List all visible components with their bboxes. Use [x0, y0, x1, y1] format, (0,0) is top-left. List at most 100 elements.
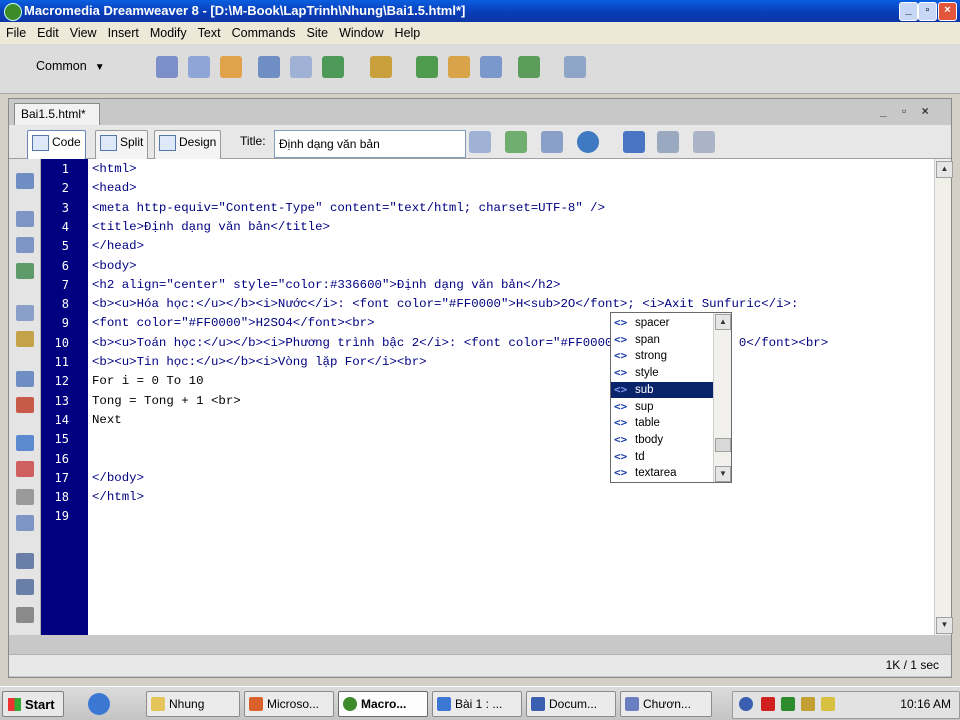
wrap-tag-icon[interactable] [16, 489, 34, 505]
code-line[interactable]: <title>Định dạng văn bản</title> [92, 218, 330, 237]
layer-icon[interactable] [290, 56, 312, 78]
menu-edit[interactable]: Edit [31, 22, 64, 44]
document-tab[interactable]: Bai1.5.html* [14, 103, 100, 125]
pen-tray-icon[interactable] [821, 697, 835, 711]
line-number: 7 [61, 277, 69, 292]
refresh-icon[interactable] [623, 131, 645, 153]
table-icon[interactable] [258, 56, 280, 78]
preview-debug-icon[interactable] [541, 131, 563, 153]
collapse-full-tag-icon[interactable] [16, 211, 34, 227]
code-line[interactable]: <h2 align="center" style="color:#336600"… [92, 276, 560, 295]
menu-site[interactable]: Site [301, 22, 334, 44]
email-link-icon[interactable] [188, 56, 210, 78]
vertical-scrollbar[interactable]: ▲ ▼ [934, 159, 953, 635]
code-line[interactable]: <head> [92, 179, 137, 198]
no-browser-check-errors-icon[interactable] [469, 131, 491, 153]
taskbar-item-microsoft[interactable]: Microso... [244, 691, 334, 717]
design-view-button[interactable]: Design [154, 130, 222, 160]
taskbar-item-chuong[interactable]: Chươn... [620, 691, 712, 717]
date-icon[interactable] [416, 56, 438, 78]
code-line[interactable]: <html> [92, 160, 137, 179]
code-editor[interactable]: <html> <head> <meta http-equiv="Content-… [88, 159, 934, 635]
expand-all-icon[interactable] [16, 263, 34, 279]
templates-icon[interactable] [518, 56, 540, 78]
hyperlink-icon[interactable] [156, 56, 178, 78]
recent-snippets-icon[interactable] [16, 515, 34, 531]
split-view-icon [100, 135, 117, 151]
media-icon[interactable] [370, 56, 392, 78]
system-tray: 10:16 AM [732, 691, 960, 719]
visual-aids-icon[interactable] [693, 131, 715, 153]
menu-modify[interactable]: Modify [144, 22, 192, 44]
code-line[interactable]: <meta http-equiv="Content-Type" content=… [92, 199, 605, 218]
server-side-include-icon[interactable] [448, 56, 470, 78]
indent-code-icon[interactable] [16, 553, 34, 569]
comment-icon[interactable] [480, 56, 502, 78]
volume-tray-icon[interactable] [801, 697, 815, 711]
code-line[interactable]: </head> [92, 237, 144, 256]
taskbar-item-document[interactable]: Docum... [526, 691, 616, 717]
window-title: Macromedia Dreamweaver 8 - [D:\M-Book\La… [24, 3, 466, 18]
code-hint-popup[interactable]: <> spacer <> span <> strong <> style <> sub <… [610, 312, 732, 483]
highlight-invalid-code-icon[interactable] [16, 397, 34, 413]
preview-in-browser-icon[interactable] [577, 131, 599, 153]
antivirus-tray-icon[interactable] [761, 697, 775, 711]
code-line[interactable]: <body> [92, 257, 137, 276]
code-line[interactable]: Tong = Tong + 1 <br> [92, 392, 241, 411]
code-line[interactable]: <font color="#FF0000">H2SO4</font><br> [92, 314, 375, 333]
code-line[interactable]: Next [92, 411, 122, 430]
scroll-down-arrow-icon[interactable]: ▼ [936, 617, 953, 634]
code-line[interactable]: </body> [92, 469, 144, 488]
select-parent-tag-icon[interactable] [16, 305, 34, 321]
scroll-thumb[interactable] [715, 438, 731, 452]
help-tray-icon[interactable] [739, 697, 753, 711]
collapse-selection-icon[interactable] [16, 237, 34, 253]
network-tray-icon[interactable] [781, 697, 795, 711]
menu-insert[interactable]: Insert [102, 22, 144, 44]
menu-help[interactable]: Help [389, 22, 426, 44]
tag-chooser-icon[interactable] [564, 56, 586, 78]
scroll-up-arrow-icon[interactable]: ▲ [936, 161, 953, 178]
taskbar-item-bai1[interactable]: Bài 1 : ... [432, 691, 522, 717]
menu-text[interactable]: Text [192, 22, 226, 44]
scroll-up-arrow-icon[interactable]: ▲ [715, 314, 731, 330]
start-button[interactable]: Start [2, 691, 64, 717]
clock: 10:16 AM [900, 697, 951, 711]
format-source-code-icon[interactable] [16, 607, 34, 623]
taskbar-item-macromedia[interactable]: Macro... [338, 691, 428, 717]
remove-comment-icon[interactable] [16, 461, 34, 477]
close-button[interactable]: × [938, 2, 957, 21]
menu-view[interactable]: View [64, 22, 102, 44]
menu-window[interactable]: Window [333, 22, 388, 44]
tag-icon: <> [614, 466, 628, 480]
minimize-button[interactable]: _ [899, 2, 918, 21]
code-hint-label: tbody [635, 433, 664, 446]
internet-explorer-icon[interactable] [88, 693, 110, 715]
line-number: 4 [61, 219, 69, 234]
view-options-icon[interactable] [657, 131, 679, 153]
file-management-icon[interactable] [505, 131, 527, 153]
scroll-down-arrow-icon[interactable]: ▼ [715, 466, 731, 482]
open-documents-icon[interactable] [16, 173, 34, 189]
line-numbers-icon[interactable] [16, 371, 34, 387]
menu-file[interactable]: File [0, 22, 31, 44]
line-number: 14 [54, 412, 69, 427]
document-window-controls[interactable]: _ ▫ × [880, 104, 950, 122]
code-line[interactable]: For i = 0 To 10 [92, 372, 204, 391]
code-view-button[interactable]: Code [27, 130, 86, 160]
split-view-button[interactable]: Split [95, 130, 149, 160]
code-line[interactable]: </html> [92, 488, 144, 507]
image-icon[interactable] [322, 56, 344, 78]
balance-braces-icon[interactable] [16, 331, 34, 347]
code-line[interactable]: <b><u>Tin học:</u></b><i>Vòng lặp For</i… [92, 353, 427, 372]
code-hint-scrollbar[interactable]: ▲ ▼ [713, 313, 731, 482]
document-title-input[interactable] [274, 130, 466, 158]
apply-comment-icon[interactable] [16, 435, 34, 451]
restore-button[interactable]: ▫ [918, 2, 937, 21]
taskbar-item-nhung[interactable]: Nhung [146, 691, 240, 717]
named-anchor-icon[interactable] [220, 56, 242, 78]
outdent-code-icon[interactable] [16, 579, 34, 595]
menu-commands[interactable]: Commands [226, 22, 301, 44]
insert-category-select[interactable]: Common ▼ [36, 59, 105, 73]
line-number: 3 [61, 200, 69, 215]
